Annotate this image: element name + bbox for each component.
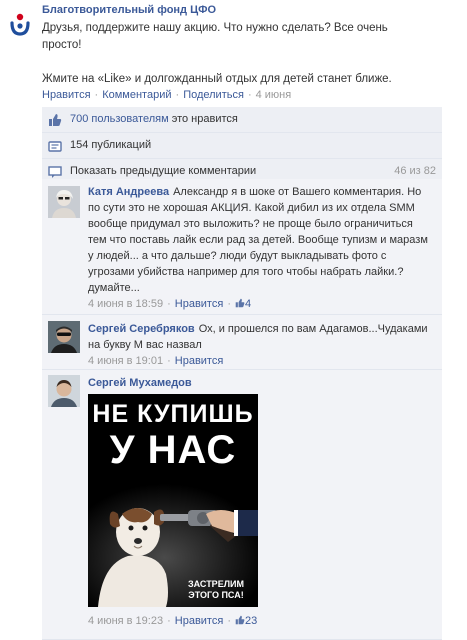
comment-like-link[interactable]: Нравится bbox=[175, 355, 224, 367]
shares-row: 154 публикаций bbox=[42, 133, 442, 159]
comment-likes-value: 23 bbox=[244, 615, 258, 627]
comment-likes-count[interactable]: 23 bbox=[235, 615, 257, 627]
comment: Сергей Серебряков Ох, и прошелся по вам А… bbox=[42, 315, 442, 370]
avatar[interactable] bbox=[48, 321, 80, 353]
comment-author-link[interactable]: Сергей Мухамедов bbox=[88, 377, 192, 389]
shares-link[interactable]: 154 публикаций bbox=[70, 139, 151, 151]
comment-body: Катя Андреева Александр я в шоке от Вашег… bbox=[88, 184, 433, 312]
comment-timestamp[interactable]: 4 июня в 18:59 bbox=[88, 298, 163, 310]
comment-like-link[interactable]: Нравится bbox=[175, 298, 224, 310]
post-actions: Нравится · Комментарий · Поделиться · 4 июня bbox=[42, 89, 291, 101]
share-icon bbox=[48, 141, 62, 152]
avatar-image-icon bbox=[48, 375, 80, 407]
comment-meta: 4 июня в 19:23 · Нравится · 23 bbox=[88, 615, 257, 627]
post-author-link[interactable]: Благотворительный фонд ЦФО bbox=[42, 4, 216, 16]
comment-author-link[interactable]: Сергей Серебряков bbox=[88, 323, 195, 335]
share-link[interactable]: Поделиться bbox=[183, 89, 244, 101]
comment-like-link[interactable]: Нравится bbox=[175, 615, 224, 627]
comment-timestamp[interactable]: 4 июня в 19:23 bbox=[88, 615, 163, 627]
likes-suffix: это нравится bbox=[171, 113, 238, 125]
comment-link[interactable]: Комментарий bbox=[102, 89, 171, 101]
comment-timestamp[interactable]: 4 июня в 19:01 bbox=[88, 355, 163, 367]
comment-body: Сергей Мухамедов bbox=[88, 375, 433, 391]
comment-author-link[interactable]: Катя Андреева bbox=[88, 186, 169, 198]
comment-likes-value: 4 bbox=[244, 298, 252, 310]
post-text-line: просто! bbox=[42, 39, 82, 51]
post-text: Друзья, поддержите нашу акцию. Что нужно… bbox=[42, 20, 452, 88]
thumbs-up-icon bbox=[49, 114, 62, 126]
separator-dot: · bbox=[167, 355, 171, 367]
avatar-image-icon bbox=[48, 186, 80, 218]
comment: Сергей Мухамедов НЕ КУПИШЬ У НАС ЗАСТРЕЛ… bbox=[42, 370, 442, 640]
avatar[interactable] bbox=[48, 375, 80, 407]
poster-heading-line1: НЕ КУПИШЬ bbox=[92, 400, 254, 428]
comment-text: Александр я в шоке от Вашего комментария… bbox=[88, 186, 428, 294]
separator-dot: · bbox=[227, 615, 231, 627]
likes-summary-row: 700 пользователям это нравится bbox=[42, 107, 442, 133]
separator-dot: · bbox=[227, 298, 231, 310]
post-text-line: Друзья, поддержите нашу акцию. Что нужно… bbox=[42, 22, 388, 34]
thumbs-up-icon bbox=[235, 298, 245, 308]
comment: Катя Андреева Александр я в шоке от Вашег… bbox=[42, 179, 442, 315]
comments-count: 46 из 82 bbox=[394, 165, 436, 177]
comment-body: Сергей Серебряков Ох, и прошелся по вам А… bbox=[88, 321, 433, 369]
avatar-image-icon bbox=[48, 321, 80, 353]
likes-summary: 700 пользователям это нравится bbox=[70, 113, 238, 125]
thumbs-up-icon bbox=[235, 615, 245, 625]
show-previous-comments-link[interactable]: Показать предыдущие комментарии bbox=[70, 165, 256, 177]
separator-dot: · bbox=[247, 89, 252, 101]
comments-icon bbox=[48, 166, 62, 178]
poster-heading-line2: У НАС bbox=[109, 428, 237, 472]
separator-dot: · bbox=[175, 89, 180, 101]
comment-photo[interactable]: НЕ КУПИШЬ У НАС ЗАСТРЕЛИМ ЭТОГО ПСА! bbox=[88, 394, 258, 607]
like-link[interactable]: Нравится bbox=[42, 89, 91, 101]
comment-meta: 4 июня в 18:59 · Нравится · 4 bbox=[88, 296, 433, 312]
separator-dot: · bbox=[167, 298, 171, 310]
fund-logo-icon[interactable] bbox=[10, 12, 30, 36]
separator-dot: · bbox=[94, 89, 99, 101]
likes-count-link[interactable]: 700 пользователям bbox=[70, 113, 169, 125]
poster-caption: ЗАСТРЕЛИМ ЭТОГО ПСА! bbox=[180, 579, 252, 601]
post-text-line: Жмите на «Like» и долгожданный отдых для… bbox=[42, 73, 392, 85]
separator-dot: · bbox=[167, 615, 171, 627]
poster-caption-line1: ЗАСТРЕЛИМ bbox=[188, 579, 244, 589]
poster-caption-line2: ЭТОГО ПСА! bbox=[188, 590, 244, 600]
comment-meta: 4 июня в 19:01 · Нравится bbox=[88, 353, 433, 369]
comment-likes-count[interactable]: 4 bbox=[235, 298, 251, 310]
avatar[interactable] bbox=[48, 186, 80, 218]
post-timestamp[interactable]: 4 июня bbox=[256, 89, 292, 101]
